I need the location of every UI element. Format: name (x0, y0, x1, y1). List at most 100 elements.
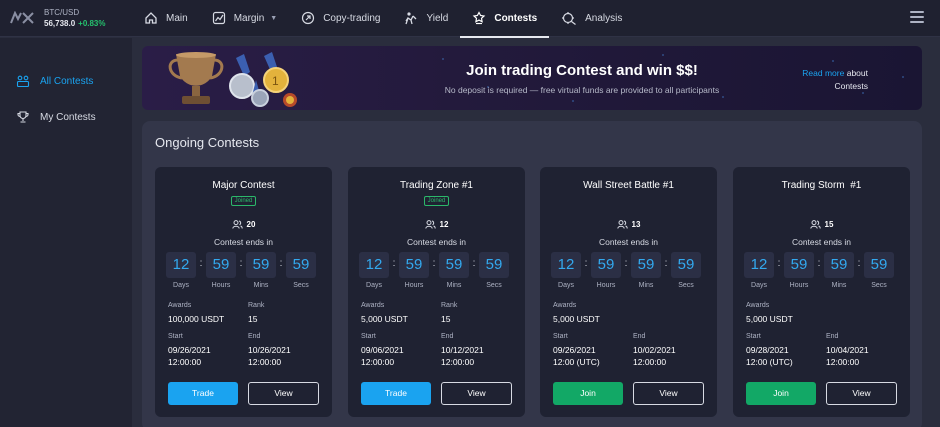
nav-main[interactable]: Main (132, 0, 200, 37)
users-icon (809, 220, 821, 229)
timer-separator: : (624, 258, 628, 269)
sidebar: All Contests My Contests (0, 38, 132, 427)
timer-mins: 59 (439, 252, 469, 278)
trade-button[interactable]: Trade (361, 382, 431, 405)
analysis-icon (561, 11, 577, 25)
participants-count: 20 (155, 220, 332, 229)
nav-contests[interactable]: Contests (460, 0, 549, 38)
chart-icon (212, 11, 226, 25)
start-time: 12:00:00 (168, 357, 202, 367)
start-date: 09/26/2021 (553, 345, 596, 355)
sidebar-item-label: All Contests (40, 75, 94, 87)
rank-label: Rank (441, 302, 458, 309)
hamburger-menu-icon[interactable] (910, 11, 924, 23)
nav-yield[interactable]: Yield (392, 0, 460, 37)
read-more-link[interactable]: Read more (802, 68, 844, 78)
nav-contests-label: Contests (494, 12, 538, 24)
panel-title: Ongoing Contests (155, 135, 260, 150)
trophy-medals-illustration: 1 (164, 50, 424, 110)
logo[interactable] (0, 0, 44, 37)
start-label: Start (168, 333, 183, 340)
ticker[interactable]: BTC/USD 56,738.0 +0.83% (44, 0, 132, 37)
timer-mins: 59 (246, 252, 276, 278)
users-icon (616, 220, 628, 229)
ticker-pair: BTC/USD (44, 8, 80, 17)
nav-analysis[interactable]: Analysis (549, 0, 634, 37)
view-button[interactable]: View (633, 382, 704, 405)
home-icon (144, 11, 158, 25)
timer-secs-label: Secs (293, 282, 309, 289)
participants-value: 20 (246, 220, 256, 229)
nav-margin-label: Margin (233, 12, 265, 24)
awards-value: 5,000 USDT (553, 314, 600, 324)
ticker-price: 56,738.0 (44, 19, 76, 28)
start-date: 09/28/2021 (746, 345, 789, 355)
nav-main-label: Main (166, 12, 188, 24)
timer-days-label: Days (366, 282, 382, 289)
timer-days: 12 (551, 252, 581, 278)
promo-banner: 1 Join trading Contest and win $$! No de… (142, 46, 922, 110)
rank-value: 15 (248, 314, 258, 324)
contest-card: Major Contest Joined 20 Contest ends in … (155, 167, 332, 417)
view-button[interactable]: View (826, 382, 897, 405)
trophy-icon (16, 110, 30, 124)
nav-yield-label: Yield (426, 12, 449, 24)
timer-secs: 59 (671, 252, 701, 278)
timer-separator: : (392, 258, 396, 269)
end-label: End (248, 333, 261, 340)
timer-separator: : (664, 258, 668, 269)
joined-badge: Joined (231, 196, 256, 206)
start-date: 09/26/2021 (168, 345, 211, 355)
timer-separator: : (199, 258, 203, 269)
sidebar-item-my-contests[interactable]: My Contests (0, 99, 132, 135)
timer-hours-label: Hours (789, 282, 809, 289)
end-label: End (441, 333, 454, 340)
countdown-timer: 12 : 59 : 59 : 59 Days Hours Mins Secs (359, 252, 514, 292)
logo-mark-icon (10, 11, 34, 24)
trade-button[interactable]: Trade (168, 382, 238, 405)
timer-secs: 59 (864, 252, 894, 278)
timer-hours: 59 (784, 252, 814, 278)
timer-hours-label: Hours (211, 282, 231, 289)
end-time: 12:00:00 (248, 357, 282, 367)
contest-ends-label: Contest ends in (598, 237, 659, 247)
countdown-timer: 12 : 59 : 59 : 59 Days Hours Mins Secs (551, 252, 706, 292)
timer-separator: : (432, 258, 436, 269)
end-time: 12:00:00 (826, 357, 860, 367)
timer-separator: : (857, 258, 861, 269)
start-time: 12:00 (UTC) (746, 357, 793, 367)
banner-title: Join trading Contest and win $$! (466, 62, 698, 79)
end-date: 10/26/2021 (248, 345, 291, 355)
yield-icon (404, 11, 418, 25)
timer-separator: : (472, 258, 476, 269)
contests-list-icon (16, 74, 30, 88)
timer-mins-label: Mins (638, 282, 654, 289)
join-button[interactable]: Join (553, 382, 623, 405)
participants-value: 12 (439, 220, 449, 229)
timer-hours: 59 (591, 252, 621, 278)
users-icon (424, 220, 436, 229)
countdown-timer: 12 : 59 : 59 : 59 Days Hours Mins Secs (166, 252, 321, 292)
start-label: Start (361, 333, 376, 340)
sidebar-item-all-contests[interactable]: All Contests (0, 63, 132, 99)
contest-card: Trading Zone #1 Joined 12 Contest ends i… (348, 167, 525, 417)
contest-ends-label: Contest ends in (406, 237, 467, 247)
join-button[interactable]: Join (746, 382, 816, 405)
timer-mins-label: Mins (253, 282, 269, 289)
timer-days: 12 (359, 252, 389, 278)
timer-mins-label: Mins (446, 282, 462, 289)
nav-margin[interactable]: Margin ▼ (200, 0, 290, 37)
awards-value: 5,000 USDT (746, 314, 793, 324)
contest-title: Trading Storm #1 (781, 180, 862, 191)
svg-text:1: 1 (272, 74, 279, 88)
view-button[interactable]: View (248, 382, 319, 405)
participants-value: 15 (824, 220, 834, 229)
read-more-suffix: about (844, 68, 868, 78)
timer-days-label: Days (558, 282, 574, 289)
awards-label: Awards (168, 302, 192, 309)
view-button[interactable]: View (441, 382, 512, 405)
end-time: 12:00:00 (633, 357, 667, 367)
nav-copy-trading[interactable]: Copy-trading (289, 0, 392, 37)
participants-count: 12 (348, 220, 525, 229)
timer-secs: 59 (479, 252, 509, 278)
